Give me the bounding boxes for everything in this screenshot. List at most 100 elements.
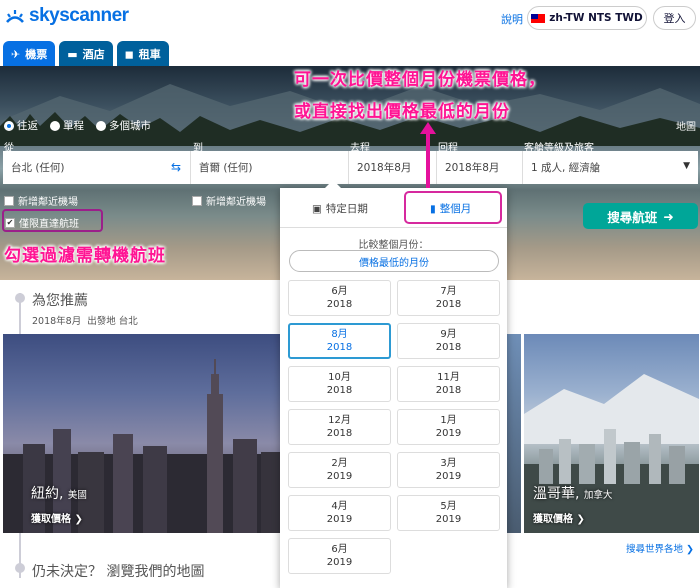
- return-field[interactable]: 2018年8月: [437, 151, 523, 184]
- return-value: 2018年8月: [445, 162, 500, 174]
- destination-card-vancouver[interactable]: 溫哥華, 加拿大 獲取價格 ❯: [524, 334, 699, 533]
- multicity-label: 多個城市: [109, 120, 151, 132]
- map-link[interactable]: 地圖: [676, 118, 696, 133]
- price-label: 獲取價格: [533, 514, 573, 525]
- undecided-heading: 仍未決定？ 瀏覽我們的地圖: [32, 564, 205, 580]
- get-price-link[interactable]: 獲取價格 ❯: [31, 510, 83, 525]
- year-label: 2018: [435, 342, 462, 353]
- month-option[interactable]: 11月 2018: [397, 366, 500, 402]
- annotation-line2: 或直接找出價格最低的月份: [294, 102, 510, 122]
- oneway-label: 單程: [63, 120, 84, 132]
- year-label: 2018: [326, 428, 353, 439]
- card-city: 溫哥華, 加拿大: [533, 486, 613, 502]
- month-label: 12月: [328, 415, 351, 426]
- tab-specific-date[interactable]: ▣ 特定日期: [312, 201, 368, 216]
- month-label: 4月: [331, 501, 348, 512]
- card-city: 紐約, 美國: [31, 486, 87, 502]
- search-fields: 台北 (任何) ⇆ 首爾 (任何) 2018年8月 2018年8月 1 成人, …: [3, 151, 698, 184]
- month-option[interactable]: 9月 2018: [397, 323, 500, 359]
- month-option[interactable]: 4月 2019: [288, 495, 391, 531]
- year-label: 2018: [326, 385, 353, 396]
- country-name: 加拿大: [583, 490, 613, 501]
- tab-flights[interactable]: ✈ 機票: [3, 41, 56, 67]
- whole-month-highlight-box: [404, 191, 502, 224]
- help-link[interactable]: 說明: [501, 11, 523, 27]
- dropdown-notch: [325, 180, 341, 188]
- vertical-tabs: ✈ 機票 ▬ 酒店 ◼ 租車: [3, 41, 169, 67]
- world-link-label: 搜尋世界各地: [626, 544, 684, 555]
- month-option[interactable]: 8月 2018: [288, 323, 391, 359]
- recommend-origin: 出發地 台北: [87, 316, 138, 327]
- cheapest-month-button[interactable]: 價格最低的月份: [289, 250, 499, 272]
- tab-flights-label: 機票: [25, 48, 48, 61]
- trip-roundtrip[interactable]: 往返: [4, 118, 38, 133]
- direct-highlight-box: [2, 209, 103, 232]
- month-label: 6月: [331, 544, 348, 555]
- recommend-period: 2018年8月: [32, 316, 82, 327]
- month-option[interactable]: 6月 2018: [288, 280, 391, 316]
- to-value: 首爾 (任何): [199, 162, 253, 174]
- nearby-from-option[interactable]: 新增鄰近機場: [4, 193, 78, 208]
- locale-button[interactable]: zh-TW NTS TWD: [527, 6, 647, 30]
- year-label: 2018: [435, 299, 462, 310]
- get-price-link[interactable]: 獲取價格 ❯: [533, 510, 585, 525]
- vancouver-skyline: [524, 374, 699, 533]
- destination-card-newyork[interactable]: 紐約, 美國 獲取價格 ❯: [3, 334, 280, 533]
- from-value: 台北 (任何): [11, 162, 65, 174]
- month-label: 8月: [331, 329, 348, 340]
- month-annotation: 可一次比價整個月份機票價格， 或直接找出價格最低的月份: [294, 64, 546, 128]
- tab-hotels-label: 酒店: [82, 48, 105, 61]
- newyork-skyline: [3, 359, 280, 533]
- oneway-radio[interactable]: [50, 120, 60, 131]
- month-label: 2月: [331, 458, 348, 469]
- price-label: 獲取價格: [31, 514, 71, 525]
- month-grid: 6月 2018 7月 2018 8月 2018 9月 2018 10月 2018 11月 2018 12…: [288, 280, 500, 574]
- month-option[interactable]: 12月 2018: [288, 409, 391, 445]
- chevron-down-icon: ▼: [683, 161, 690, 171]
- year-label: 2019: [326, 514, 353, 525]
- city-name: 溫哥華: [533, 486, 575, 502]
- month-option[interactable]: 1月 2019: [397, 409, 500, 445]
- nearby-from-checkbox[interactable]: [4, 195, 14, 206]
- timeline-dot: [15, 563, 25, 573]
- search-everywhere-link[interactable]: 搜尋世界各地 ❯: [626, 541, 694, 555]
- timeline-dot: [15, 293, 25, 303]
- month-option[interactable]: 5月 2019: [397, 495, 500, 531]
- depart-field[interactable]: 2018年8月: [349, 151, 437, 184]
- from-field[interactable]: 台北 (任何) ⇆: [3, 151, 191, 184]
- roundtrip-label: 往返: [17, 120, 38, 132]
- search-flights-button[interactable]: 搜尋航班 ➜: [583, 203, 698, 229]
- car-icon: ◼: [124, 47, 134, 61]
- nearby-to-checkbox[interactable]: [192, 195, 202, 206]
- cabin-field[interactable]: 1 成人, 經濟艙 ▼: [523, 151, 698, 184]
- tab-specific-label: 特定日期: [325, 203, 368, 215]
- calendar-icon: ▣: [312, 202, 322, 215]
- annotation-arrow-line: [426, 132, 430, 188]
- search-button-label: 搜尋航班: [607, 209, 658, 225]
- destination-card-partial[interactable]: [505, 334, 521, 533]
- login-button[interactable]: 登入: [653, 6, 696, 30]
- roundtrip-radio[interactable]: [4, 120, 14, 131]
- trip-multicity[interactable]: 多個城市: [96, 118, 151, 133]
- multicity-radio[interactable]: [96, 120, 106, 131]
- compare-label: 比較整個月份：: [358, 240, 429, 251]
- locale-label: zh-TW NTS TWD: [549, 12, 643, 24]
- nearby-to-option[interactable]: 新增鄰近機場: [192, 193, 266, 208]
- cabin-value: 1 成人, 經濟艙: [531, 162, 601, 174]
- month-option[interactable]: 7月 2018: [397, 280, 500, 316]
- tab-cars-label: 租車: [138, 48, 161, 61]
- tab-cars[interactable]: ◼ 租車: [116, 41, 169, 67]
- nearby-from-label: 新增鄰近機場: [18, 197, 78, 208]
- trip-oneway[interactable]: 單程: [50, 118, 84, 133]
- skyscanner-logo[interactable]: skyscanner: [4, 5, 129, 27]
- month-option[interactable]: 6月 2019: [288, 538, 391, 574]
- bed-icon: ▬: [67, 47, 78, 61]
- month-option[interactable]: 2月 2019: [288, 452, 391, 488]
- nearby-to-label: 新增鄰近機場: [206, 197, 266, 208]
- logo-text: skyscanner: [29, 5, 129, 26]
- country-name: 美國: [67, 490, 87, 501]
- month-option[interactable]: 3月 2019: [397, 452, 500, 488]
- swap-icon[interactable]: ⇆: [171, 160, 181, 174]
- tab-hotels[interactable]: ▬ 酒店: [59, 41, 113, 67]
- month-option[interactable]: 10月 2018: [288, 366, 391, 402]
